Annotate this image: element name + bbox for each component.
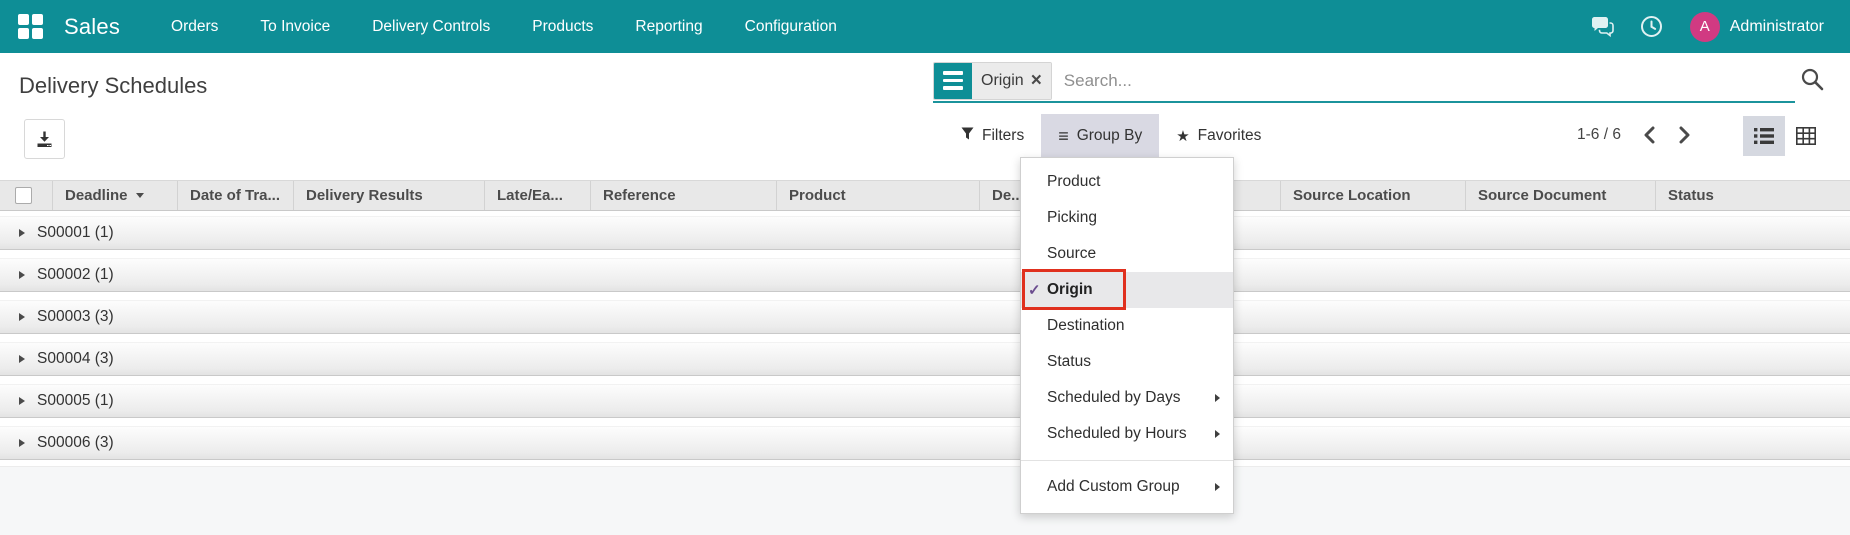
search-facet-origin: Origin × (933, 61, 1052, 100)
expand-caret-icon (19, 439, 25, 447)
pager-range: 1-6 / 6 (1577, 126, 1621, 143)
expand-caret-icon (19, 355, 25, 363)
column-source-document[interactable]: Source Document (1465, 181, 1655, 210)
filter-funnel-icon (961, 127, 974, 145)
select-all-cell (0, 181, 52, 210)
menu-products[interactable]: Products (511, 0, 614, 53)
avatar[interactable]: A (1689, 11, 1720, 42)
expand-caret-icon (19, 229, 25, 237)
column-status[interactable]: Status (1655, 181, 1850, 210)
grid-view-icon (1796, 127, 1816, 145)
select-all-checkbox[interactable] (15, 187, 32, 204)
top-navbar: Sales Orders To Invoice Delivery Control… (0, 0, 1850, 53)
group-by-lines-icon: ≡ (1058, 126, 1069, 146)
menu-to-invoice[interactable]: To Invoice (239, 0, 351, 53)
groupby-option-destination[interactable]: Destination (1021, 308, 1233, 344)
submenu-arrow-icon (1215, 483, 1220, 491)
grouped-list: S00001 (1) S00002 (1) S00003 (3) S00004 … (0, 216, 1850, 468)
main-menu: Orders To Invoice Delivery Controls Prod… (150, 0, 858, 53)
column-late-early[interactable]: Late/Ea... (484, 181, 590, 210)
checkmark-icon: ✓ (1028, 282, 1041, 299)
menu-divider (1021, 460, 1233, 461)
favorites-star-icon: ★ (1176, 127, 1190, 145)
group-row-s00004[interactable]: S00004 (3) (0, 342, 1850, 376)
list-header-row: Deadline Date of Tra... Delivery Results… (0, 180, 1850, 211)
groupby-option-picking[interactable]: Picking (1021, 200, 1233, 236)
groupby-option-scheduled-by-days[interactable]: Scheduled by Days (1021, 380, 1233, 416)
control-panel: Delivery Schedules Origin × Search... Fi… (0, 53, 1850, 180)
menu-configuration[interactable]: Configuration (724, 0, 858, 53)
menu-reporting[interactable]: Reporting (614, 0, 723, 53)
facet-remove-icon[interactable]: × (1031, 71, 1042, 90)
groupby-add-custom-group[interactable]: Add Custom Group (1021, 469, 1233, 505)
expand-caret-icon (19, 397, 25, 405)
app-name[interactable]: Sales (64, 14, 120, 40)
column-date-of-transfer[interactable]: Date of Tra... (177, 181, 293, 210)
column-reference[interactable]: Reference (590, 181, 776, 210)
groupby-option-product[interactable]: Product (1021, 164, 1233, 200)
submenu-arrow-icon (1215, 430, 1220, 438)
facet-label: Origin (981, 71, 1024, 89)
view-switcher (1743, 116, 1827, 156)
search-input[interactable] (1051, 70, 1795, 91)
content-background (0, 466, 1850, 535)
user-name: Administrator (1729, 17, 1824, 35)
list-view-icon (1754, 128, 1774, 144)
group-row-s00006[interactable]: S00006 (3) (0, 426, 1850, 460)
list-view-button[interactable] (1743, 116, 1785, 156)
favorites-button[interactable]: ★ Favorites (1159, 114, 1278, 158)
sort-desc-icon (135, 193, 144, 198)
group-row-s00005[interactable]: S00005 (1) (0, 384, 1850, 418)
expand-caret-icon (19, 271, 25, 279)
download-icon (37, 131, 52, 147)
pager: 1-6 / 6 (1577, 126, 1691, 144)
expand-caret-icon (19, 313, 25, 321)
page-title: Delivery Schedules (19, 73, 208, 98)
groupby-option-scheduled-by-hours[interactable]: Scheduled by Hours (1021, 416, 1233, 452)
group-by-dropdown: Product Picking Source ✓ Origin Destinat… (1020, 157, 1234, 514)
pager-previous-icon[interactable] (1643, 126, 1656, 144)
search-bar: Origin × (933, 60, 1795, 103)
search-icon[interactable] (1800, 67, 1825, 97)
group-row-s00003[interactable]: S00003 (3) (0, 300, 1850, 334)
group-row-s00002[interactable]: S00002 (1) (0, 258, 1850, 292)
submenu-arrow-icon (1215, 394, 1220, 402)
column-product[interactable]: Product (776, 181, 979, 210)
export-button[interactable] (24, 119, 65, 159)
group-by-button[interactable]: ≡ Group By (1041, 114, 1160, 158)
groupby-option-source[interactable]: Source (1021, 236, 1233, 272)
activities-clock-icon[interactable] (1640, 15, 1664, 39)
apps-grid-icon[interactable] (18, 13, 44, 40)
menu-delivery-controls[interactable]: Delivery Controls (351, 0, 511, 53)
search-option-buttons: Filters ≡ Group By ★ Favorites (944, 114, 1278, 158)
group-row-s00001[interactable]: S00001 (1) (0, 216, 1850, 250)
groupby-option-status[interactable]: Status (1021, 344, 1233, 380)
column-delivery-results[interactable]: Delivery Results (293, 181, 484, 210)
grid-view-button[interactable] (1785, 116, 1827, 156)
messages-icon[interactable] (1590, 15, 1614, 39)
filters-button[interactable]: Filters (944, 114, 1041, 158)
menu-orders[interactable]: Orders (150, 0, 239, 53)
user-menu[interactable]: A Administrator (1689, 11, 1824, 42)
pager-next-icon[interactable] (1678, 126, 1691, 144)
group-by-facet-icon (934, 62, 972, 99)
groupby-option-origin[interactable]: ✓ Origin (1021, 269, 1233, 310)
column-deadline[interactable]: Deadline (52, 181, 177, 210)
column-source-location[interactable]: Source Location (1280, 181, 1465, 210)
